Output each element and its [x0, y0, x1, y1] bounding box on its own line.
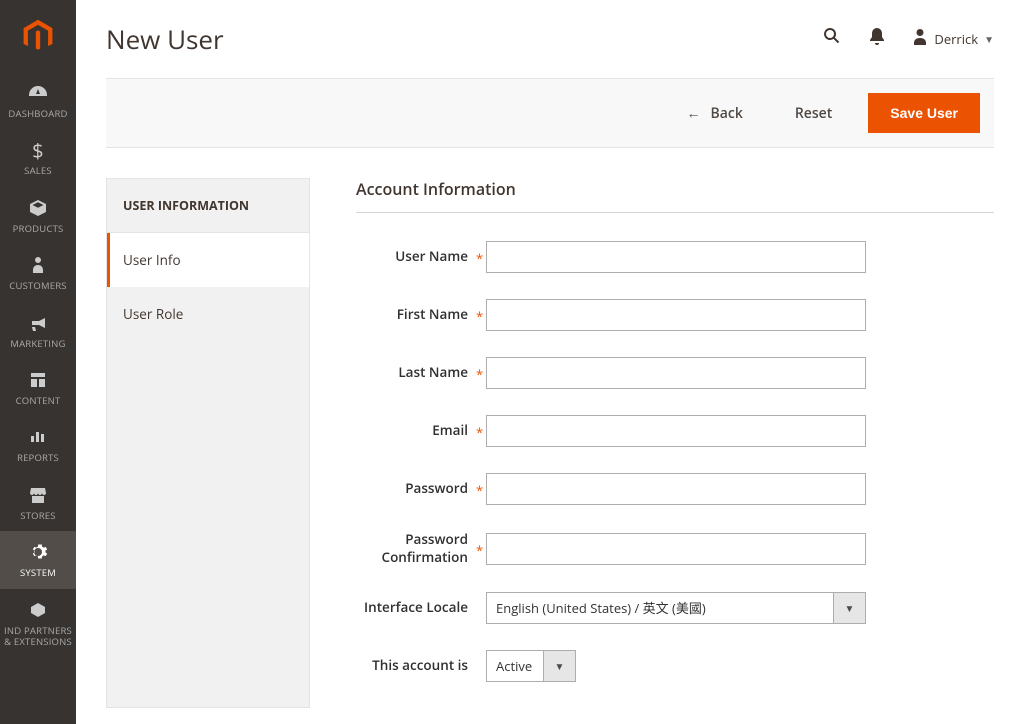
- box-icon: [28, 197, 48, 219]
- field-password: Password *: [356, 473, 994, 505]
- required-mark: *: [476, 305, 486, 325]
- form-panel: Account Information User Name * First Na…: [356, 178, 994, 708]
- nav-dashboard[interactable]: DASHBOARD: [0, 72, 76, 129]
- gauge-icon: [27, 82, 49, 104]
- nav-marketing[interactable]: MARKETING: [0, 302, 76, 359]
- action-toolbar: ← Back Reset Save User: [106, 78, 994, 148]
- required-mark: *: [476, 479, 486, 499]
- field-account-status: This account is Active ▼: [356, 650, 994, 682]
- gear-icon: [28, 541, 48, 563]
- fieldset-title: Account Information: [356, 178, 994, 213]
- reset-button[interactable]: Reset: [779, 96, 848, 131]
- select-locale[interactable]: English (United States) / 英文 (美國): [486, 592, 834, 624]
- content-columns: USER INFORMATION User Info User Role Acc…: [106, 178, 994, 708]
- arrow-left-icon: ←: [687, 104, 701, 123]
- input-lastname[interactable]: [486, 357, 866, 389]
- label-lastname: Last Name: [356, 364, 476, 382]
- magento-logo[interactable]: [0, 0, 76, 72]
- admin-sidebar: DASHBOARD $ SALES PRODUCTS CUSTOMERS MAR…: [0, 0, 76, 724]
- input-password-confirm[interactable]: [486, 533, 866, 565]
- layout-icon: [29, 369, 47, 391]
- select-account-status-toggle[interactable]: ▼: [544, 650, 576, 682]
- magento-logo-icon: [20, 18, 56, 54]
- main-content: New User Derrick ▼ ← Back Reset Save Use…: [76, 0, 1024, 708]
- username: Derrick: [934, 30, 978, 48]
- field-lastname: Last Name *: [356, 357, 994, 389]
- side-tabs-title: USER INFORMATION: [107, 179, 309, 233]
- nav-system[interactable]: SYSTEM: [0, 531, 76, 588]
- dollar-icon: $: [32, 139, 44, 161]
- page-header: New User Derrick ▼: [106, 0, 994, 78]
- search-icon[interactable]: [822, 26, 842, 52]
- person-icon: [31, 254, 45, 276]
- page-title: New User: [106, 21, 224, 57]
- nav-content[interactable]: CONTENT: [0, 359, 76, 416]
- field-firstname: First Name *: [356, 299, 994, 331]
- nav-customers[interactable]: CUSTOMERS: [0, 244, 76, 301]
- field-username: User Name *: [356, 241, 994, 273]
- side-tabs: USER INFORMATION User Info User Role: [106, 178, 310, 708]
- nav-reports[interactable]: REPORTS: [0, 416, 76, 473]
- header-actions: Derrick ▼: [822, 26, 994, 52]
- field-locale: Interface Locale English (United States)…: [356, 592, 994, 624]
- field-email: Email *: [356, 415, 994, 447]
- avatar-icon: [912, 28, 928, 51]
- required-mark: *: [476, 363, 486, 383]
- required-mark: *: [476, 539, 486, 559]
- input-firstname[interactable]: [486, 299, 866, 331]
- label-firstname: First Name: [356, 306, 476, 324]
- nav-partners[interactable]: IND PARTNERS & EXTENSIONS: [0, 589, 76, 658]
- select-account-status[interactable]: Active: [486, 650, 544, 682]
- puzzle-icon: [29, 599, 47, 621]
- caret-down-icon: ▼: [984, 32, 994, 46]
- notifications-icon[interactable]: [868, 26, 886, 52]
- back-button[interactable]: ← Back: [671, 96, 759, 131]
- input-password[interactable]: [486, 473, 866, 505]
- tab-user-info[interactable]: User Info: [107, 233, 309, 287]
- input-email[interactable]: [486, 415, 866, 447]
- nav-sales[interactable]: $ SALES: [0, 129, 76, 186]
- megaphone-icon: [28, 312, 48, 334]
- label-account-status: This account is: [356, 657, 476, 675]
- save-user-button[interactable]: Save User: [868, 93, 980, 133]
- required-mark: *: [476, 247, 486, 267]
- label-locale: Interface Locale: [356, 599, 476, 617]
- input-username[interactable]: [486, 241, 866, 273]
- field-password-confirm: Password Confirmation *: [356, 531, 994, 566]
- store-icon: [28, 484, 48, 506]
- nav-products[interactable]: PRODUCTS: [0, 187, 76, 244]
- user-menu[interactable]: Derrick ▼: [912, 28, 994, 51]
- label-username: User Name: [356, 248, 476, 266]
- label-password-confirm: Password Confirmation: [356, 531, 476, 566]
- label-password: Password: [356, 480, 476, 498]
- required-mark: *: [476, 421, 486, 441]
- nav-stores[interactable]: STORES: [0, 474, 76, 531]
- label-email: Email: [356, 422, 476, 440]
- tab-user-role[interactable]: User Role: [107, 287, 309, 363]
- chart-bar-icon: [29, 426, 47, 448]
- select-locale-toggle[interactable]: ▼: [834, 592, 866, 624]
